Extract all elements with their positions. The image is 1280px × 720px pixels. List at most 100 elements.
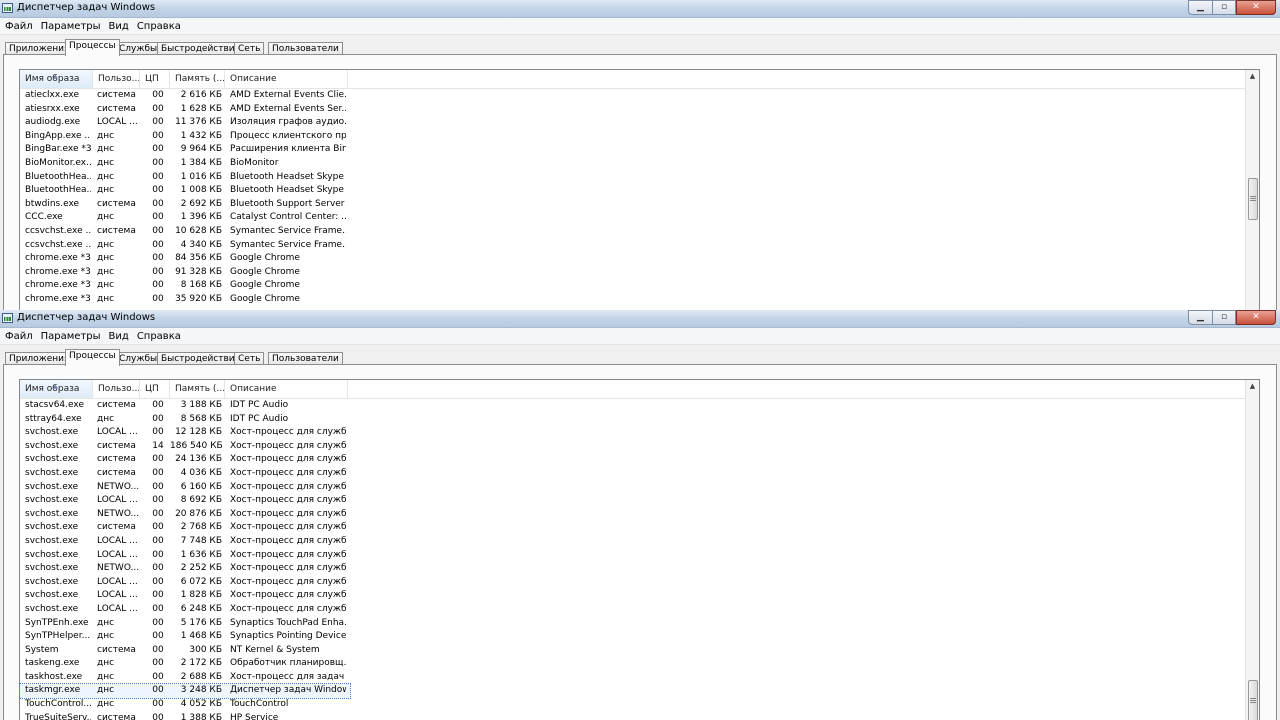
menu-file[interactable]: Файл bbox=[2, 331, 36, 342]
process-memory: 2 172 КБ bbox=[180, 658, 222, 669]
process-row[interactable]: CCC.exe днс 00 1 396 КБ Catalyst Control Cen… bbox=[20, 211, 350, 225]
process-row[interactable]: svchost.exe NETWO... 00 6 160 КБ Хост-процес… bbox=[20, 481, 350, 495]
process-cpu: 00 bbox=[152, 212, 164, 223]
process-image-name: svchost.exe bbox=[25, 495, 79, 506]
process-row[interactable]: svchost.exe LOCAL ... 00 12 128 КБ Хост-проц… bbox=[20, 426, 350, 440]
process-list[interactable]: Имя образа ▲ Пользо... ЦП Память (... Опи… bbox=[19, 69, 1260, 310]
scroll-up-icon[interactable]: ▲ bbox=[1246, 70, 1259, 83]
process-row[interactable]: taskmgr.exe днс 00 3 248 КБ Диспетчер задач … bbox=[19, 683, 351, 700]
column-memory[interactable]: Память (... bbox=[170, 380, 225, 398]
process-row[interactable]: svchost.exe система 00 24 136 КБ Хост-процес… bbox=[20, 453, 350, 467]
process-memory: 1 628 КБ bbox=[180, 103, 222, 114]
process-row[interactable]: atiesrxx.exe система 00 1 628 КБ AMD Externa… bbox=[20, 103, 350, 117]
process-row[interactable]: taskhost.exe днс 00 2 688 КБ Хост-процесс дл… bbox=[20, 671, 350, 685]
process-memory: 1 016 КБ bbox=[180, 171, 222, 182]
process-row[interactable]: svchost.exe система 00 2 768 КБ Хост-процесс… bbox=[20, 521, 350, 535]
process-row[interactable]: btwdins.exe система 00 2 692 КБ Bluetooth Su… bbox=[20, 198, 350, 212]
process-row[interactable]: BluetoothHea... днс 00 1 008 КБ Bluetooth He… bbox=[20, 184, 350, 198]
process-description: Хост-процесс для служб... bbox=[230, 576, 346, 587]
process-row[interactable]: audiodg.exe LOCAL ... 00 11 376 КБ Изоляция … bbox=[20, 116, 350, 130]
menu-options[interactable]: Параметры bbox=[38, 331, 104, 342]
process-row[interactable]: TrueSuiteServ... система 00 1 388 КБ HP Serv… bbox=[20, 712, 350, 720]
process-row[interactable]: TouchControl.... днс 00 4 052 КБ TouchContro… bbox=[20, 698, 350, 712]
column-description[interactable]: Описание bbox=[225, 70, 348, 88]
process-row[interactable]: sttray64.exe днс 00 8 568 КБ IDT PC Audio bbox=[20, 413, 350, 427]
process-row[interactable]: ccsvchst.exe ... днс 00 4 340 КБ Symantec Se… bbox=[20, 239, 350, 253]
process-row[interactable]: chrome.exe *32 днс 00 84 356 КБ Google Chrom… bbox=[20, 252, 350, 266]
column-description[interactable]: Описание bbox=[225, 380, 348, 398]
column-cpu[interactable]: ЦП bbox=[140, 70, 170, 88]
process-row[interactable]: svchost.exe NETWO... 00 2 252 КБ Хост-процес… bbox=[20, 562, 350, 576]
process-row[interactable]: svchost.exe LOCAL ... 00 1 636 КБ Хост-проце… bbox=[20, 549, 350, 563]
process-row[interactable]: svchost.exe система 14 186 540 КБ Хост-проце… bbox=[20, 440, 350, 454]
menu-view[interactable]: Вид bbox=[106, 21, 132, 32]
tab-processes[interactable]: Процессы bbox=[65, 39, 120, 56]
process-image-name: CCC.exe bbox=[25, 212, 63, 223]
menu-options[interactable]: Параметры bbox=[38, 21, 104, 32]
process-row[interactable]: BioMonitor.ex... днс 00 1 384 КБ BioMonitor bbox=[20, 157, 350, 171]
process-image-name: svchost.exe bbox=[25, 563, 79, 574]
process-memory: 8 168 КБ bbox=[180, 280, 222, 291]
close-button[interactable]: ✕ bbox=[1236, 0, 1276, 15]
process-row[interactable]: taskeng.exe днс 00 2 172 КБ Обработчик плани… bbox=[20, 657, 350, 671]
process-row[interactable]: atieclxx.exe система 00 2 616 КБ AMD Externa… bbox=[20, 89, 350, 103]
column-image-name[interactable]: Имя образа ▲ bbox=[20, 70, 93, 88]
process-row[interactable]: System система 00 300 КБ NT Kernel & System bbox=[20, 644, 350, 658]
title-bar[interactable]: Диспетчер задач Windows ▁ ▫ ✕ bbox=[0, 0, 1280, 18]
process-row[interactable]: BingBar.exe *32 днс 00 9 964 КБ Расширения к… bbox=[20, 143, 350, 157]
column-image-name[interactable]: Имя образа ▲ bbox=[20, 380, 93, 398]
scroll-thumb[interactable] bbox=[1248, 178, 1258, 220]
title-bar[interactable]: Диспетчер задач Windows ▁ ▫ ✕ bbox=[0, 310, 1280, 328]
process-list[interactable]: Имя образа ▲ Пользо... ЦП Память (... Опи… bbox=[19, 379, 1260, 720]
process-image-name: atieclxx.exe bbox=[25, 90, 80, 100]
process-row[interactable]: BluetoothHea... днс 00 1 016 КБ Bluetooth He… bbox=[20, 171, 350, 185]
close-button[interactable]: ✕ bbox=[1236, 310, 1276, 325]
process-row[interactable]: svchost.exe система 00 4 036 КБ Хост-процесс… bbox=[20, 467, 350, 481]
column-user[interactable]: Пользо... bbox=[93, 70, 140, 88]
menu-help[interactable]: Справка bbox=[134, 331, 184, 342]
process-row[interactable]: chrome.exe *32 днс 00 8 168 КБ Google Chrome bbox=[20, 279, 350, 293]
tab-processes[interactable]: Процессы bbox=[65, 349, 120, 366]
maximize-button[interactable]: ▫ bbox=[1212, 310, 1236, 325]
process-row[interactable]: svchost.exe LOCAL ... 00 7 748 КБ Хост-проце… bbox=[20, 535, 350, 549]
menu-help[interactable]: Справка bbox=[134, 21, 184, 32]
process-row[interactable]: SynTPEnh.exe днс 00 5 176 КБ Synaptics Touch… bbox=[20, 617, 350, 631]
minimize-button[interactable]: ▁ bbox=[1188, 0, 1212, 15]
process-cpu: 00 bbox=[152, 103, 164, 114]
minimize-button[interactable]: ▁ bbox=[1188, 310, 1212, 325]
sort-up-icon: ▲ bbox=[53, 73, 58, 80]
column-memory[interactable]: Память (... bbox=[170, 70, 225, 88]
menu-file[interactable]: Файл bbox=[2, 21, 36, 32]
process-row[interactable]: svchost.exe LOCAL ... 00 8 692 КБ Хост-проце… bbox=[20, 494, 350, 508]
maximize-button[interactable]: ▫ bbox=[1212, 0, 1236, 15]
process-memory: 9 964 КБ bbox=[180, 144, 222, 155]
vertical-scrollbar[interactable]: ▲ bbox=[1245, 380, 1259, 720]
process-row[interactable]: ccsvchst.exe ... система 00 10 628 КБ Symant… bbox=[20, 225, 350, 239]
process-row[interactable]: chrome.exe *32 днс 00 35 920 КБ Google Chrom… bbox=[20, 293, 350, 307]
process-row[interactable]: SynTPHelper.... днс 00 1 468 КБ Synaptics Po… bbox=[20, 630, 350, 644]
process-row[interactable]: BingApp.exe ... днс 00 1 432 КБ Процесс клие… bbox=[20, 130, 350, 144]
process-user: днс bbox=[97, 253, 115, 264]
process-row[interactable]: chrome.exe *32 днс 00 91 328 КБ Google Chrom… bbox=[20, 266, 350, 280]
process-description: Хост-процесс для служб... bbox=[230, 522, 346, 533]
process-user: днс bbox=[97, 144, 115, 155]
process-row[interactable]: svchost.exe LOCAL ... 00 6 248 КБ Хост-проце… bbox=[20, 603, 350, 617]
process-image-name: taskeng.exe bbox=[25, 658, 80, 669]
process-row[interactable]: stacsv64.exe система 00 3 188 КБ IDT PC Audi… bbox=[20, 399, 350, 413]
process-row[interactable]: svchost.exe LOCAL ... 00 1 828 КБ Хост-проце… bbox=[20, 589, 350, 603]
scroll-thumb[interactable] bbox=[1248, 680, 1258, 720]
column-user[interactable]: Пользо... bbox=[93, 380, 140, 398]
process-description: NT Kernel & System bbox=[230, 644, 320, 655]
scroll-up-icon[interactable]: ▲ bbox=[1246, 380, 1259, 393]
process-cpu: 00 bbox=[152, 644, 164, 655]
process-image-name: TouchControl.... bbox=[25, 699, 91, 710]
process-description: Расширения клиента Bing bbox=[230, 144, 346, 155]
menu-view[interactable]: Вид bbox=[106, 331, 132, 342]
process-memory: 20 876 КБ bbox=[175, 508, 222, 519]
vertical-scrollbar[interactable]: ▲ bbox=[1245, 70, 1259, 310]
column-cpu[interactable]: ЦП bbox=[140, 380, 170, 398]
process-row[interactable]: svchost.exe LOCAL ... 00 6 072 КБ Хост-проце… bbox=[20, 576, 350, 590]
process-row[interactable]: svchost.exe NETWO... 00 20 876 КБ Хост-проце… bbox=[20, 508, 350, 522]
process-user: днс bbox=[97, 293, 115, 304]
process-cpu: 00 bbox=[152, 481, 164, 492]
